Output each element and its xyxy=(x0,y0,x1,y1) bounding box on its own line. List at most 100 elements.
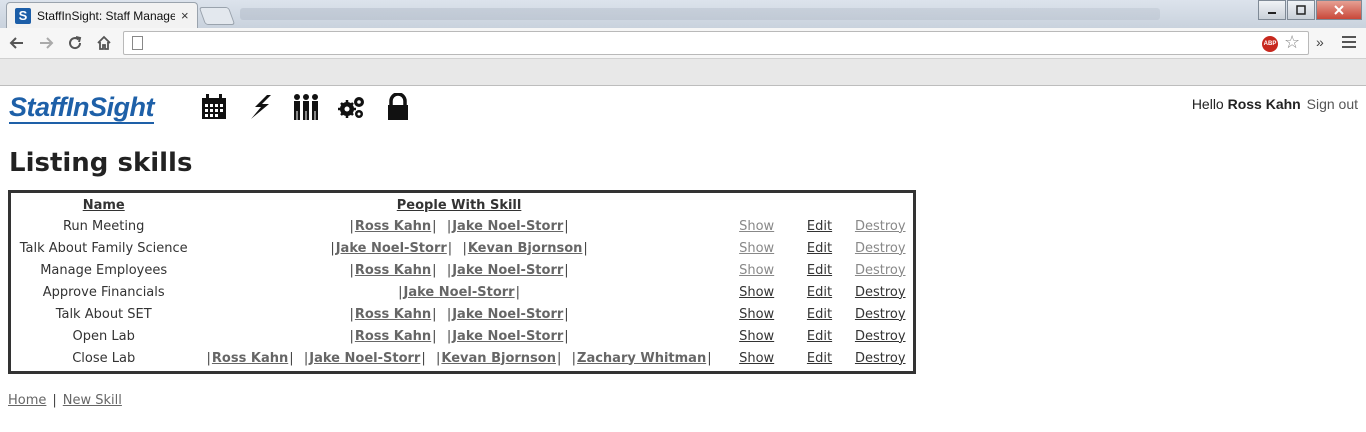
app-logo[interactable]: StaffInSight xyxy=(9,92,155,124)
person-link[interactable]: Jake Noel-Storr xyxy=(452,307,563,322)
person-link[interactable]: Kevan Bjornson xyxy=(468,241,583,256)
home-button[interactable] xyxy=(92,31,116,55)
person-link[interactable]: Kevan Bjornson xyxy=(441,351,556,366)
skill-name: Close Lab xyxy=(72,350,136,366)
person-link[interactable]: Ross Kahn xyxy=(355,263,431,278)
back-arrow-icon xyxy=(9,37,23,49)
person-link[interactable]: Ross Kahn xyxy=(355,307,431,322)
new-tab-button[interactable] xyxy=(198,7,236,25)
maximize-icon xyxy=(1296,5,1306,15)
reload-button[interactable] xyxy=(63,31,87,55)
show-column-header xyxy=(722,195,792,215)
forward-button[interactable] xyxy=(34,31,58,55)
tab-close-icon[interactable]: × xyxy=(181,8,189,23)
skill-name: Approve Financials xyxy=(42,284,165,300)
person-link[interactable]: Jake Noel-Storr xyxy=(336,241,447,256)
pipe-separator: | xyxy=(446,262,452,278)
edit-link[interactable]: Edit xyxy=(807,219,832,234)
person-link[interactable]: Zachary Whitman xyxy=(577,351,706,366)
destroy-link[interactable]: Destroy xyxy=(855,307,906,322)
new-skill-link[interactable]: New Skill xyxy=(63,393,122,408)
sign-out-link[interactable]: Sign out xyxy=(1307,96,1358,112)
skills-table: Name People With Skill Run Meeting |Ross … xyxy=(11,195,913,369)
pipe-separator: | xyxy=(206,350,211,366)
show-link[interactable]: Show xyxy=(739,285,774,300)
people-with-skill: |Jake Noel-Storr| |Kevan Bjornson| xyxy=(196,237,721,259)
table-row: Talk About Family Science |Jake Noel-Stor… xyxy=(11,237,913,259)
bookmark-star-icon[interactable]: ☆ xyxy=(1284,32,1300,53)
favicon-icon: S xyxy=(15,7,31,24)
pipe-separator: | xyxy=(446,218,452,234)
edit-link-cell: Edit xyxy=(792,215,848,237)
skills-table-body: Run Meeting |Ross Kahn| |Jake Noel-Storr|… xyxy=(11,215,913,369)
show-link[interactable]: Show xyxy=(739,263,774,278)
adblock-icon[interactable]: ABP xyxy=(1262,36,1278,52)
calendar-icon[interactable] xyxy=(200,93,228,121)
destroy-link[interactable]: Destroy xyxy=(855,219,906,234)
pipe-separator: | xyxy=(564,218,569,234)
lock-icon[interactable] xyxy=(384,93,412,121)
lightning-icon[interactable] xyxy=(246,93,274,121)
table-row: Manage Employees |Ross Kahn| |Jake Noel-S… xyxy=(11,259,913,281)
person-link[interactable]: Ross Kahn xyxy=(212,351,288,366)
pipe-separator: | xyxy=(432,262,437,278)
people-icon[interactable] xyxy=(292,93,320,121)
person-link[interactable]: Jake Noel-Storr xyxy=(452,263,563,278)
show-link-cell: Show xyxy=(722,303,792,325)
edit-link[interactable]: Edit xyxy=(807,329,832,344)
page-title: Listing skills xyxy=(9,148,193,178)
destroy-link[interactable]: Destroy xyxy=(855,263,906,278)
destroy-link[interactable]: Destroy xyxy=(855,285,906,300)
table-row: Close Lab |Ross Kahn| |Jake Noel-Storr| |… xyxy=(11,347,913,369)
back-button[interactable] xyxy=(5,31,29,55)
show-link[interactable]: Show xyxy=(739,329,774,344)
browser-titlebar: S StaffInSight: Staff Manage × xyxy=(0,0,1366,28)
edit-link[interactable]: Edit xyxy=(807,285,832,300)
menu-icon[interactable] xyxy=(1342,36,1356,48)
show-link[interactable]: Show xyxy=(739,351,774,366)
edit-column-header xyxy=(792,195,848,215)
pipe-separator: | xyxy=(330,240,335,256)
pipe-separator: | xyxy=(583,240,588,256)
destroy-link[interactable]: Destroy xyxy=(855,351,906,366)
people-with-skill: |Ross Kahn| |Jake Noel-Storr| xyxy=(196,215,721,237)
person-link[interactable]: Jake Noel-Storr xyxy=(452,219,563,234)
minimize-button[interactable] xyxy=(1258,0,1286,20)
person-link[interactable]: Ross Kahn xyxy=(355,219,431,234)
show-link[interactable]: Show xyxy=(739,241,774,256)
home-link[interactable]: Home xyxy=(8,393,46,408)
person-link[interactable]: Jake Noel-Storr xyxy=(404,285,515,300)
person-link[interactable]: Jake Noel-Storr xyxy=(309,351,420,366)
show-link-cell: Show xyxy=(722,325,792,347)
person-link[interactable]: Ross Kahn xyxy=(355,329,431,344)
gears-icon[interactable] xyxy=(338,93,366,121)
show-link[interactable]: Show xyxy=(739,219,774,234)
edit-link[interactable]: Edit xyxy=(807,263,832,278)
people-with-skill: |Ross Kahn| |Jake Noel-Storr| |Kevan Bjo… xyxy=(196,347,721,369)
edit-link[interactable]: Edit xyxy=(807,241,832,256)
edit-link[interactable]: Edit xyxy=(807,307,832,322)
edit-link[interactable]: Edit xyxy=(807,351,832,366)
user-name: Ross Kahn xyxy=(1227,96,1301,112)
skill-name: Open Lab xyxy=(72,328,135,344)
greeting-prefix: Hello xyxy=(1191,96,1228,112)
table-row: Talk About SET |Ross Kahn| |Jake Noel-Sto… xyxy=(11,303,913,325)
destroy-link-cell: Destroy xyxy=(847,325,913,347)
show-link-cell: Show xyxy=(722,237,792,259)
destroy-link[interactable]: Destroy xyxy=(855,329,906,344)
window-close-button[interactable] xyxy=(1316,0,1362,20)
maximize-button[interactable] xyxy=(1287,0,1315,20)
extensions-more-icon[interactable]: » xyxy=(1316,34,1324,50)
skill-name: Manage Employees xyxy=(40,262,168,278)
show-link[interactable]: Show xyxy=(739,307,774,322)
browser-tab[interactable]: S StaffInSight: Staff Manage × xyxy=(6,2,198,28)
person-link[interactable]: Jake Noel-Storr xyxy=(452,329,563,344)
people-with-skill: |Ross Kahn| |Jake Noel-Storr| xyxy=(196,325,721,347)
destroy-link[interactable]: Destroy xyxy=(855,241,906,256)
address-bar[interactable]: ABP ☆ xyxy=(123,31,1309,55)
page-icon xyxy=(132,36,143,50)
pipe-separator: | xyxy=(349,328,354,344)
